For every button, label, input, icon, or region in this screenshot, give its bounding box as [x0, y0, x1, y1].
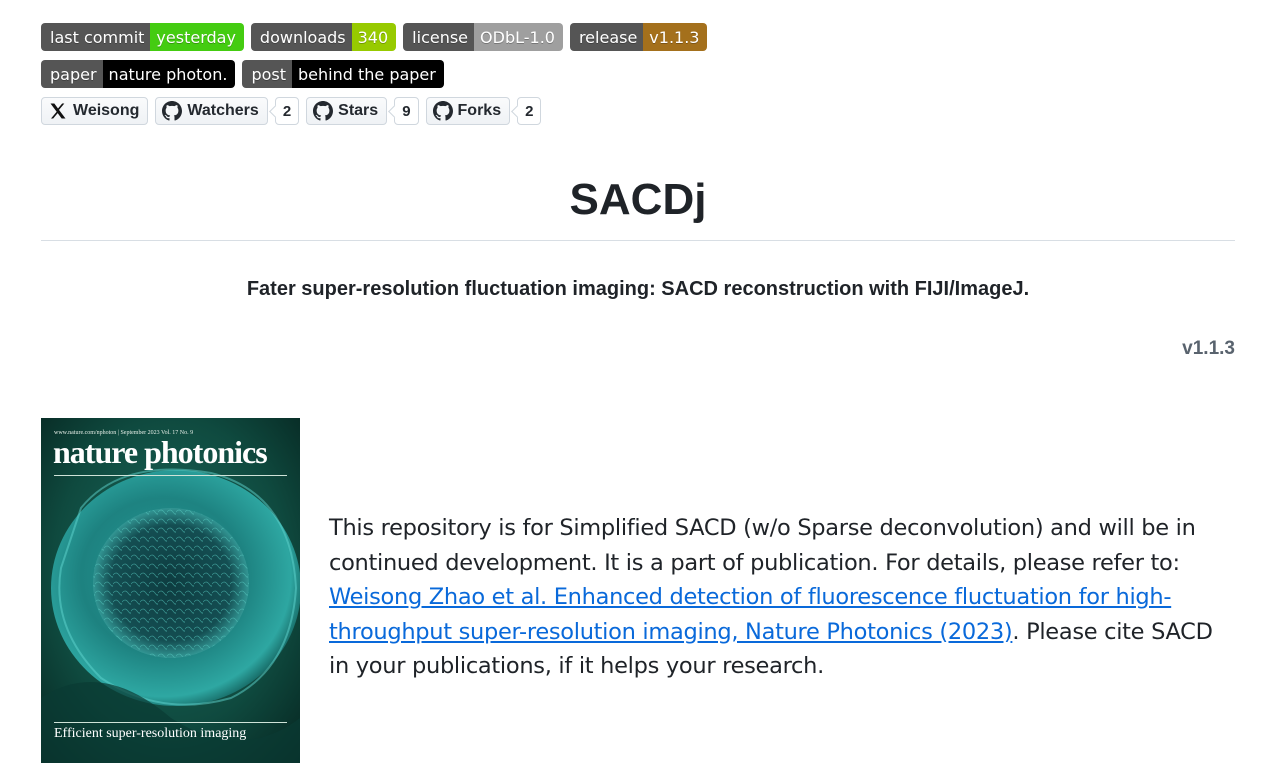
page-subtitle: Fater super-resolution fluctuation imagi… — [246, 278, 1030, 300]
watchers-button[interactable]: Watchers — [155, 97, 268, 125]
license-badge[interactable]: license ODbL-1.0 — [403, 23, 563, 51]
badge-label: post — [242, 60, 292, 88]
version-label: v1.1.3 — [1182, 338, 1235, 359]
badge-value: yesterday — [150, 23, 244, 51]
badge-label: paper — [41, 60, 103, 88]
stars-widget: Stars 9 — [306, 97, 419, 125]
last-commit-badge[interactable]: last commit yesterday — [41, 23, 244, 51]
watchers-count[interactable]: 2 — [274, 97, 300, 125]
x-follow-label: Weisong — [73, 102, 140, 119]
journal-cover-image[interactable]: www.nature.com/nphoton | September 2023 … — [41, 418, 300, 763]
forks-widget: Forks 2 — [425, 97, 542, 125]
cover-footer-divider — [54, 722, 287, 723]
badge-value: ODbL-1.0 — [474, 23, 563, 51]
github-icon — [162, 101, 183, 121]
badge-label: release — [569, 23, 644, 51]
description-intro: This repository is for Simplified SACD (… — [329, 515, 1196, 576]
status-badges-row: last commit yesterday downloads 340 lice… — [41, 23, 708, 51]
badge-value: nature photon. — [102, 60, 236, 88]
page-title: SACDj — [569, 175, 707, 224]
badge-label: downloads — [250, 23, 352, 51]
x-follow-widget: Weisong — [41, 97, 149, 125]
watchers-widget: Watchers 2 — [155, 97, 300, 125]
badge-label: last commit — [41, 23, 151, 51]
cover-journal-title: nature photonics — [53, 434, 268, 470]
stars-button[interactable]: Stars — [306, 97, 388, 125]
forks-button[interactable]: Forks — [425, 97, 511, 125]
release-badge[interactable]: release v1.1.3 — [569, 23, 708, 51]
badge-value: behind the paper — [292, 60, 444, 88]
badge-value: v1.1.3 — [643, 23, 708, 51]
stars-count[interactable]: 9 — [394, 97, 419, 125]
forks-label: Forks — [457, 102, 502, 119]
watchers-label: Watchers — [187, 102, 259, 119]
forks-count[interactable]: 2 — [517, 97, 542, 125]
post-badge[interactable]: post behind the paper — [242, 60, 444, 88]
stars-label: Stars — [338, 102, 379, 119]
downloads-badge[interactable]: downloads 340 — [250, 23, 397, 51]
paper-badge[interactable]: paper nature photon. — [41, 60, 236, 88]
cover-tagline: Efficient super-resolution imaging — [54, 726, 247, 741]
badge-value: 340 — [351, 23, 397, 51]
x-follow-button[interactable]: Weisong — [41, 97, 149, 125]
cover-divider — [54, 475, 287, 476]
link-badges-row: paper nature photon. post behind the pap… — [41, 60, 444, 88]
social-buttons-row: Weisong Watchers 2 Stars 9 Forks 2 — [41, 97, 542, 125]
title-divider — [41, 240, 1235, 241]
x-logo-icon — [50, 103, 66, 119]
github-icon — [432, 101, 453, 121]
repo-description: This repository is for Simplified SACD (… — [329, 511, 1229, 684]
badge-label: license — [403, 23, 475, 51]
github-icon — [313, 101, 334, 121]
